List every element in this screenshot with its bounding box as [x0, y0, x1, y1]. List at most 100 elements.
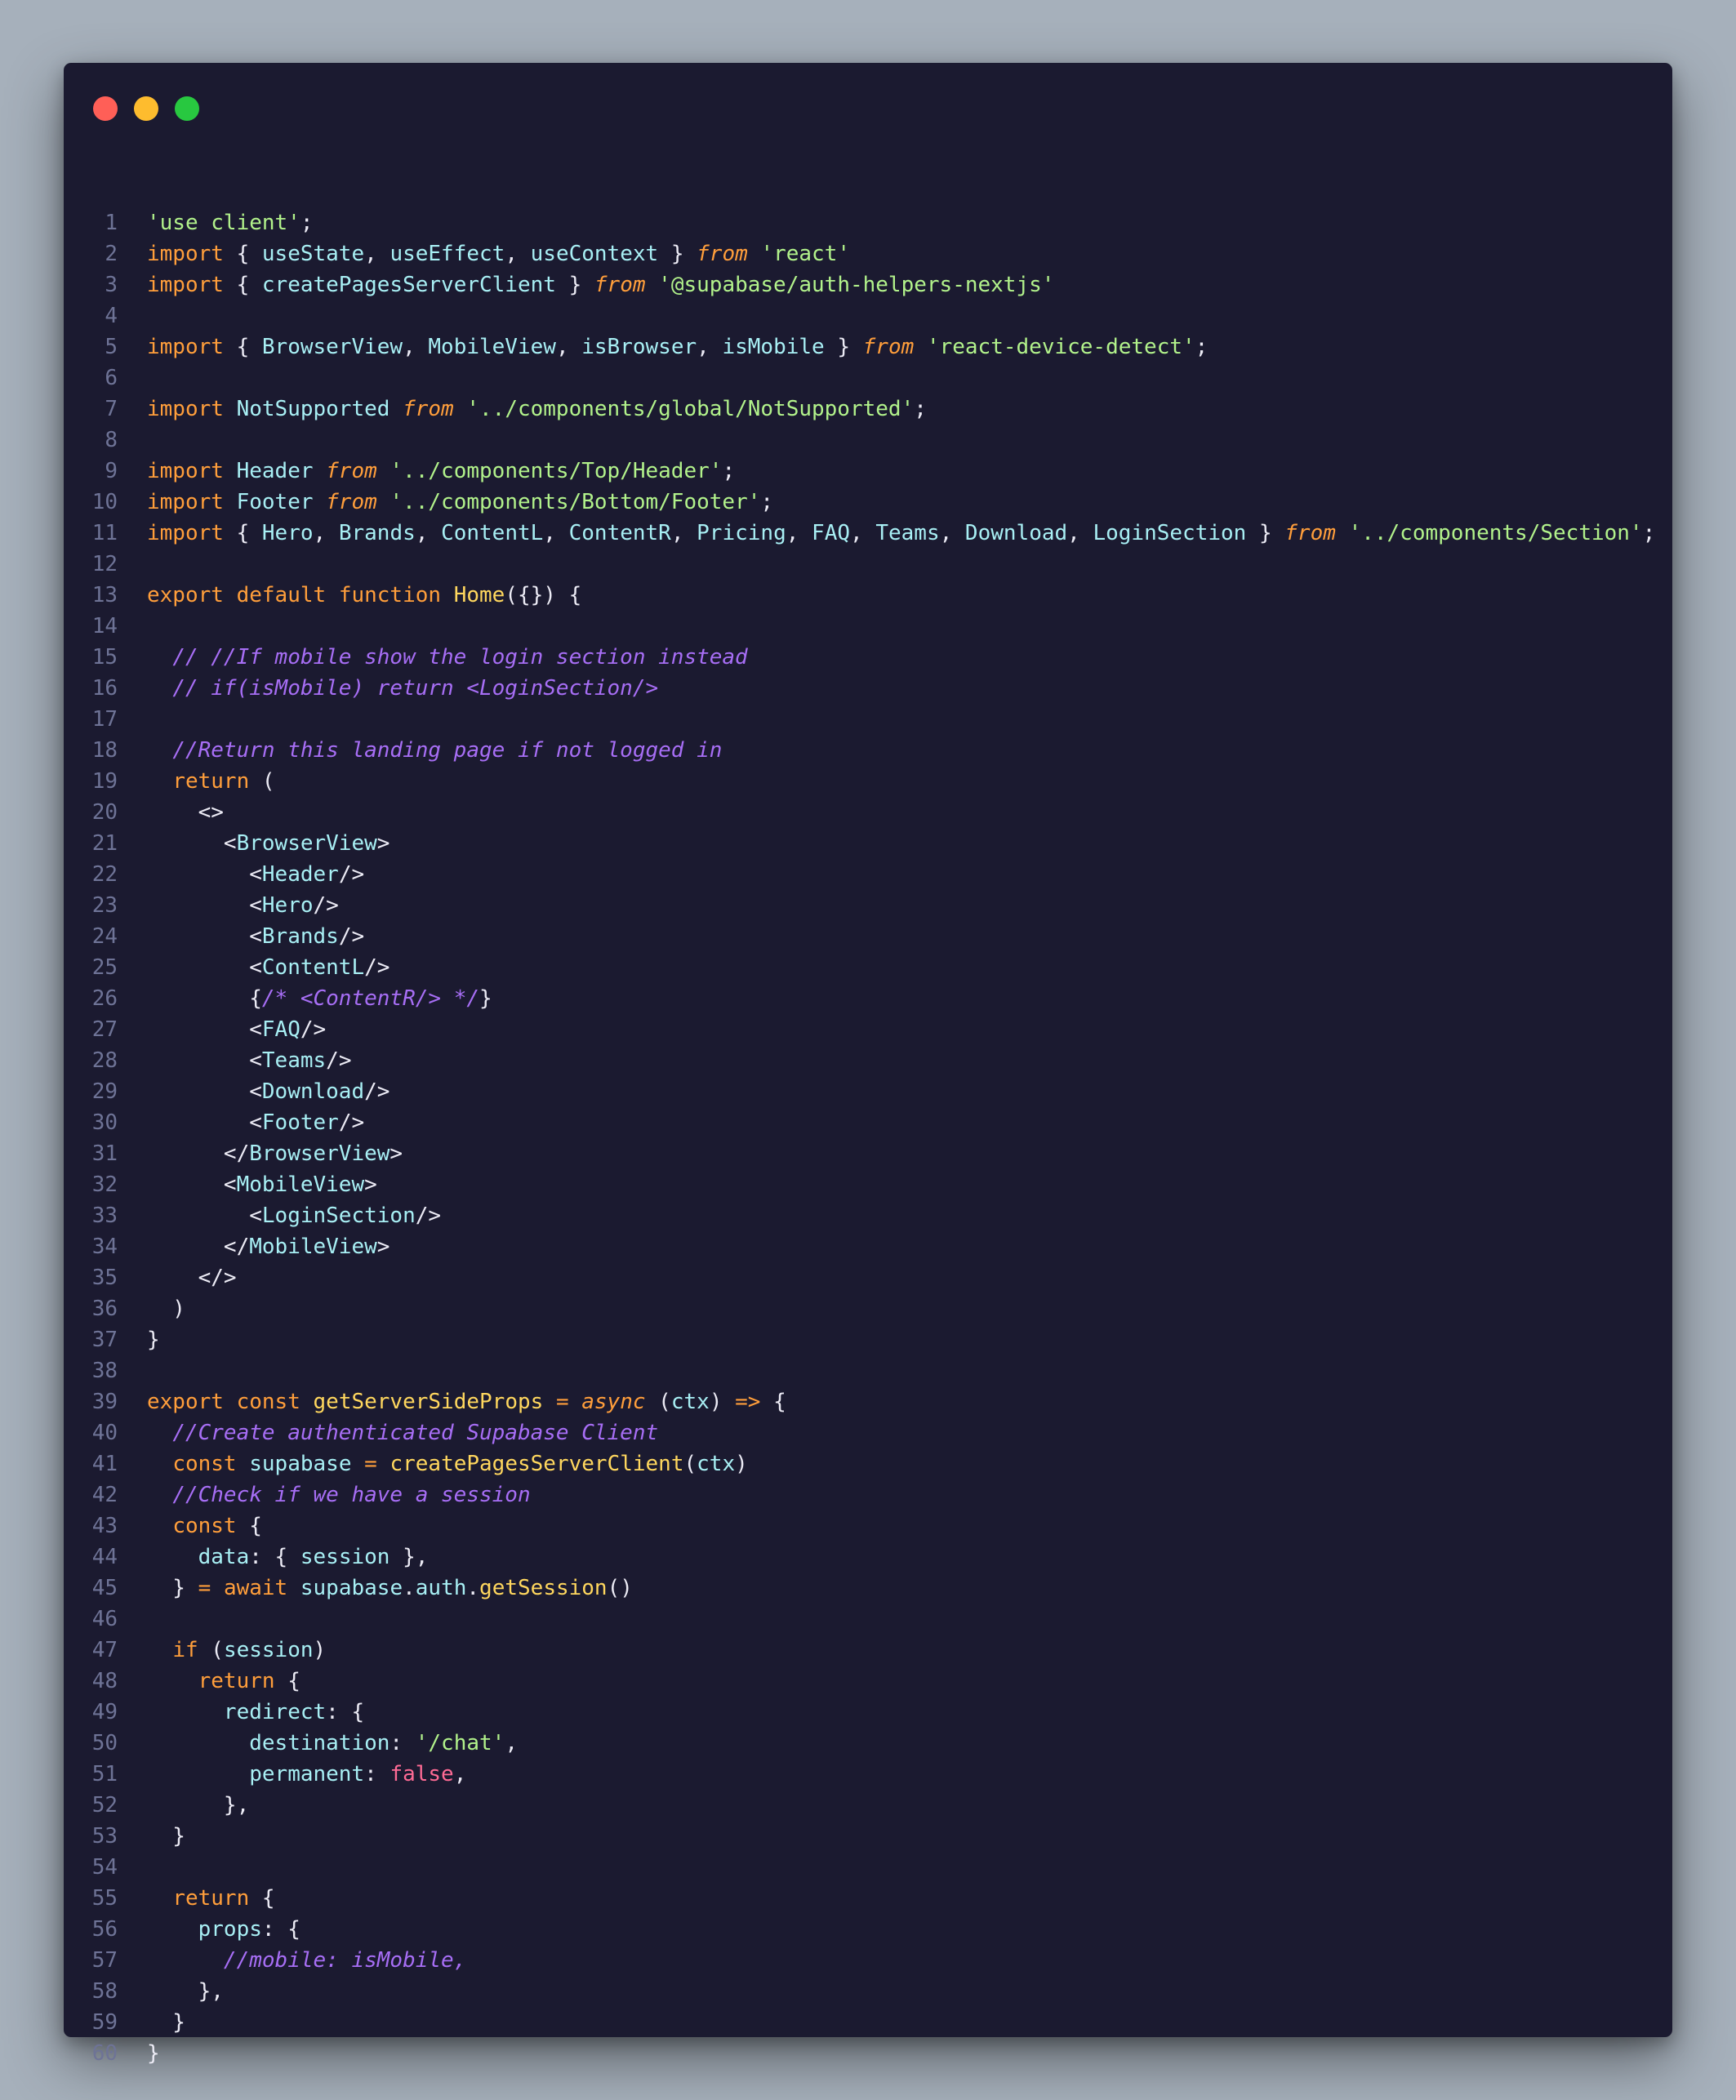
code-token: session — [223, 1638, 314, 1662]
code-line: 15 // //If mobile show the login section… — [64, 642, 1672, 673]
line-source: permanent: false, — [147, 1759, 466, 1790]
code-line: 6 — [64, 363, 1672, 394]
code-line: 1 'use client'; — [64, 207, 1672, 238]
code-token: ctx — [670, 1390, 710, 1414]
code-token: createPagesServerClient — [261, 273, 556, 297]
line-source: </BrowserView> — [147, 1138, 403, 1169]
maximize-button[interactable] — [175, 96, 199, 121]
code-token: Brands — [338, 521, 416, 545]
code-token: auth — [415, 1576, 467, 1600]
code-token: /> — [338, 862, 365, 887]
line-number: 36 — [91, 1297, 118, 1321]
code-line: 55 return { — [64, 1883, 1672, 1914]
code-token: < — [147, 924, 262, 949]
code-token: ; — [1642, 521, 1656, 545]
line-source: //Check if we have a session — [147, 1479, 530, 1510]
code-line: 33 <LoginSection/> — [64, 1200, 1672, 1231]
line-source: <LoginSection/> — [147, 1200, 441, 1231]
code-token: : { — [249, 1545, 300, 1569]
line-source: return ( — [147, 766, 274, 797]
line-number: 33 — [91, 1203, 118, 1228]
code-token: from — [403, 397, 454, 421]
close-button[interactable] — [93, 96, 118, 121]
code-token: BrowserView — [236, 831, 377, 856]
line-source: // //If mobile show the login section in… — [147, 642, 748, 673]
line-number: 25 — [91, 955, 118, 980]
code-window: 1 'use client'; 2 import { useState, useEff… — [64, 63, 1672, 2066]
code-token: } — [147, 1328, 160, 1352]
line-source: <FAQ/> — [147, 1014, 326, 1045]
code-line: 13 export default function Home({}) { — [64, 580, 1672, 611]
line-number: 55 — [91, 1886, 118, 1911]
line-source: }, — [147, 1790, 249, 1821]
code-token: { — [223, 335, 262, 359]
code-token: /> — [364, 1079, 390, 1104]
line-source: } — [147, 1324, 160, 1355]
code-token: const — [172, 1514, 237, 1538]
code-line: 44 data: { session }, — [64, 1542, 1672, 1573]
line-source: //Return this landing page if not logged… — [147, 735, 722, 766]
line-source: return { — [147, 1883, 274, 1914]
code-token: { — [223, 521, 262, 545]
line-source: } = await supabase.auth.getSession() — [147, 1573, 633, 1604]
line-number: 41 — [91, 1452, 118, 1476]
line-source: </> — [147, 1262, 237, 1293]
line-source: export default function Home({}) { — [147, 580, 581, 611]
code-token: { — [223, 273, 262, 297]
line-source: <Hero/> — [147, 890, 339, 921]
line-source: import { createPagesServerClient } from … — [147, 269, 1054, 300]
code-token: import — [147, 335, 224, 359]
code-token: } — [147, 2041, 160, 2066]
line-source: redirect: { — [147, 1697, 364, 1728]
code-token: , — [313, 521, 339, 545]
code-token: await — [223, 1576, 288, 1600]
code-token: '../components/Section' — [1348, 521, 1643, 545]
code-token: import — [147, 273, 224, 297]
code-token: . — [466, 1576, 480, 1600]
line-number: 23 — [91, 893, 118, 918]
code-token: } — [824, 335, 863, 359]
code-token: BrowserView — [249, 1141, 390, 1166]
code-token: async — [581, 1390, 646, 1414]
minimize-button[interactable] — [134, 96, 158, 121]
code-token: /> — [364, 955, 390, 980]
line-number: 29 — [91, 1079, 118, 1104]
code-line: 12 — [64, 549, 1672, 580]
code-token: < — [147, 1017, 262, 1042]
line-number: 46 — [91, 1607, 118, 1631]
code-token: // //If mobile show the login section in… — [172, 645, 748, 670]
line-source: props: { — [147, 1914, 300, 1945]
code-token: //Create authenticated Supabase Client — [172, 1421, 659, 1445]
line-source: <Teams/> — [147, 1045, 351, 1076]
code-token: useEffect — [389, 242, 505, 266]
code-line: 26 {/* <ContentR/> */} — [64, 983, 1672, 1014]
line-number: 22 — [91, 862, 118, 887]
code-line: 51 permanent: false, — [64, 1759, 1672, 1790]
code-token: import — [147, 459, 224, 483]
line-number: 47 — [91, 1638, 118, 1662]
code-token: /> — [338, 1110, 365, 1135]
code-token: , — [850, 521, 876, 545]
code-token: from — [326, 490, 377, 514]
line-number: 52 — [91, 1793, 118, 1817]
code-token: //Return this landing page if not logged… — [172, 738, 723, 763]
code-token: Pricing — [697, 521, 786, 545]
code-token: return — [172, 1886, 250, 1911]
line-source: } — [147, 2007, 185, 2038]
code-token: '../components/Top/Header' — [389, 459, 723, 483]
code-line: 59 } — [64, 2007, 1672, 2038]
code-token: default — [236, 583, 327, 607]
code-line: 14 — [64, 611, 1672, 642]
